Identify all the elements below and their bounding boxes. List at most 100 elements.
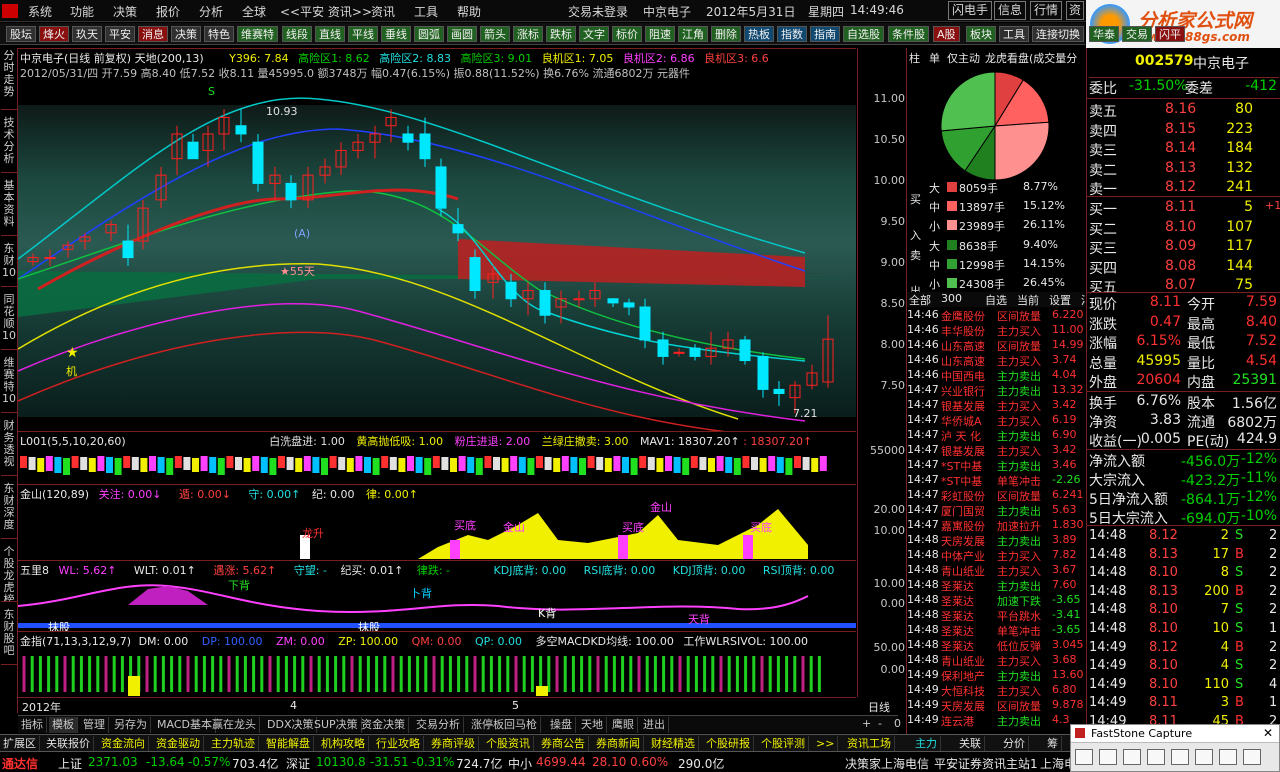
mid-bottom-tab-0[interactable]: 主力 xyxy=(912,736,941,752)
app-logo-icon[interactable] xyxy=(2,4,18,18)
list-tab-2[interactable]: 自选 xyxy=(985,292,1007,307)
info-tab-2[interactable]: 资金流向 xyxy=(98,736,149,752)
alert-row[interactable]: 14:47 兴业银行 主力卖出 13.32 xyxy=(907,383,1085,398)
mid-bottom-tab-1[interactable]: 关联 xyxy=(956,736,985,752)
info-tab-14[interactable]: 个股评测 xyxy=(758,736,809,752)
indicator-tab-3[interactable]: 另存为 xyxy=(111,717,151,733)
menu-pingan-news[interactable]: <<平安 资讯>> xyxy=(280,3,372,20)
toolbar-btn-20[interactable]: 江角 xyxy=(678,26,708,42)
zx-label[interactable]: 中小 xyxy=(508,755,532,772)
toolbar-btn-16[interactable]: 跌标 xyxy=(546,26,576,42)
toolbar-btn-17[interactable]: 文字 xyxy=(579,26,609,42)
menu-function[interactable]: 功能 xyxy=(70,3,94,20)
toolbar-btn-7[interactable]: 维赛特 xyxy=(237,26,278,42)
tab-single[interactable]: 单 xyxy=(929,50,940,65)
alert-row[interactable]: 14:48 圣莱达 主力卖出 7.60 xyxy=(907,578,1085,593)
alert-row[interactable]: 14:49 保利地产 主力卖出 13.60 xyxy=(907,668,1085,683)
toolbar-btn-13[interactable]: 画圆 xyxy=(447,26,477,42)
faststone-tool-icon-5[interactable] xyxy=(1195,749,1213,765)
alert-row[interactable]: 14:48 圣莱达 加速下跌 -3.65 xyxy=(907,593,1085,608)
info-tab-9[interactable]: 个股资讯 xyxy=(483,736,534,752)
left-tab-9[interactable]: 东财股吧 xyxy=(1,607,17,665)
toolbar-btn-29[interactable]: 工具 xyxy=(999,26,1029,42)
list-tab-5[interactable]: 浮出 xyxy=(1081,292,1085,307)
toolbar-btn-24[interactable]: 指南 xyxy=(810,26,840,42)
alert-row[interactable]: 14:47 厦门国贸 主力卖出 5.63 xyxy=(907,503,1085,518)
indicator-tab-2[interactable]: 管理 xyxy=(80,717,109,733)
alert-row[interactable]: 14:47 *ST中基 单笔冲击 -2.26 xyxy=(907,473,1085,488)
left-tab-1[interactable]: 技术分析 xyxy=(1,115,17,173)
toolbar-btn-0[interactable]: 股坛 xyxy=(6,26,36,42)
alert-row[interactable]: 14:48 天房发展 主力卖出 3.89 xyxy=(907,533,1085,548)
news-ticker[interactable]: 决策家上海电信 xyxy=(845,755,929,772)
info-button[interactable]: 信息 xyxy=(994,1,1027,20)
info-tab-3[interactable]: 资金驱动 xyxy=(153,736,204,752)
list-tab-3[interactable]: 当前 xyxy=(1017,292,1039,307)
indicator-jinzhi-pane[interactable]: 金指(71,13,3,12,9,7) DM: 0.00 DP: 100.00 Z… xyxy=(18,631,856,697)
left-tab-5[interactable]: 维赛特10 xyxy=(1,355,17,413)
menu-analysis[interactable]: 分析 xyxy=(199,3,223,20)
mid-bottom-tab-3[interactable]: 筹 xyxy=(1044,736,1062,752)
menu-news[interactable]: 资讯 xyxy=(371,3,395,20)
toolbar-btn-30[interactable]: 连接切换 xyxy=(1032,26,1084,42)
indicator-tab-4[interactable]: MACD基本 xyxy=(154,717,216,733)
menu-help[interactable]: 帮助 xyxy=(457,3,481,20)
left-tab-6[interactable]: 财务透视 xyxy=(1,418,17,476)
left-tab-2[interactable]: 基本资料 xyxy=(1,178,17,236)
indicator-tab-6[interactable]: DDX决策 xyxy=(264,717,318,733)
alert-row[interactable]: 14:46 山东高速 主力买入 3.74 xyxy=(907,353,1085,368)
toolbar-btn-14[interactable]: 箭头 xyxy=(480,26,510,42)
alert-row[interactable]: 14:46 山东高速 区间放量 14.99 xyxy=(907,338,1085,353)
faststone-tool-icon-7[interactable] xyxy=(1243,749,1261,765)
info-tab-15[interactable]: >> xyxy=(813,736,839,752)
left-tab-7[interactable]: 东财深度 xyxy=(1,481,17,539)
info-tab-10[interactable]: 券商公告 xyxy=(538,736,589,752)
info-tab-7[interactable]: 行业攻略 xyxy=(373,736,424,752)
menu-global[interactable]: 全球 xyxy=(242,3,266,20)
toolbar-btn-8[interactable]: 线段 xyxy=(282,26,312,42)
faststone-tool-icon-6[interactable] xyxy=(1219,749,1237,765)
toolbar-btn-18[interactable]: 标价 xyxy=(612,26,642,42)
zoom-reset-button[interactable]: 0 xyxy=(894,717,901,730)
toolbar-btn-6[interactable]: 特色 xyxy=(204,26,234,42)
indicator-tab-5[interactable]: 赢在龙头 xyxy=(209,717,260,733)
toolbar-btn-11[interactable]: 垂线 xyxy=(381,26,411,42)
alert-row[interactable]: 14:47 华侨城A 主力买入 6.19 xyxy=(907,413,1085,428)
toolbar-btn-2[interactable]: 玖天 xyxy=(72,26,102,42)
info-tab-1[interactable]: 关联报价 xyxy=(43,736,94,752)
alert-row[interactable]: 14:49 连云港 主力卖出 4.3 xyxy=(907,713,1085,728)
list-tab-4[interactable]: 设置 xyxy=(1049,292,1071,307)
indicator-tab-10[interactable]: 涨停板回马枪 xyxy=(468,717,541,733)
indicator-tab-7[interactable]: SUP决策 xyxy=(311,717,362,733)
period-label[interactable]: 日线 xyxy=(868,699,890,715)
alert-row[interactable]: 14:49 天房发展 区间放量 9.878 xyxy=(907,698,1085,713)
indicator-jinshan-pane[interactable]: 金山(120,89) 关注: 0.00↓ 遁: 0.00↓ 守: 0.00↑ 纪… xyxy=(18,484,856,560)
faststone-window[interactable]: FastStone Capture ✕ xyxy=(1070,724,1280,772)
toolbar-btn-1[interactable]: 烽火 xyxy=(39,26,69,42)
faststone-close-icon[interactable]: ✕ xyxy=(1263,726,1273,740)
toolbar-btn-33[interactable]: 闪平 xyxy=(1155,26,1185,42)
sh-label[interactable]: 上证 xyxy=(58,755,82,772)
indicator-l001-pane[interactable]: L001(5,5,10,20,60) 白洗盘进: 1.00 黄高抛低吸: 1.0… xyxy=(18,431,856,484)
tab-bar-chart[interactable]: 柱 xyxy=(909,50,920,65)
flash-trade-button[interactable]: 闪电手 xyxy=(948,1,993,20)
toolbar-btn-10[interactable]: 平线 xyxy=(348,26,378,42)
menu-tools[interactable]: 工具 xyxy=(414,3,438,20)
indicator-tab-11[interactable]: 操盘 xyxy=(547,717,576,733)
alert-row[interactable]: 14:48 中体产业 主力买入 7.82 xyxy=(907,548,1085,563)
alert-row[interactable]: 14:47 嘉寓股份 加速拉升 1.830 xyxy=(907,518,1085,533)
quote-button[interactable]: 行情 xyxy=(1030,1,1063,20)
toolbar-btn-3[interactable]: 平安 xyxy=(105,26,135,42)
info-tab-16[interactable]: 资讯工场 xyxy=(844,736,895,752)
faststone-tool-icon-3[interactable] xyxy=(1147,749,1165,765)
alert-row[interactable]: 14:47 银基发展 主力买入 3.42 xyxy=(907,398,1085,413)
alert-row[interactable]: 14:46 丰华股份 主力买入 11.00 xyxy=(907,323,1085,338)
toolbar-btn-31[interactable]: 华泰 xyxy=(1089,26,1119,42)
indicator-tab-9[interactable]: 交易分析 xyxy=(413,717,464,733)
menu-system[interactable]: 系统 xyxy=(28,3,52,20)
info-tab-11[interactable]: 券商新闻 xyxy=(593,736,644,752)
zoom-in-button[interactable]: + xyxy=(862,717,871,730)
sz-label[interactable]: 深证 xyxy=(286,755,310,772)
indicator-tab-13[interactable]: 鹰眼 xyxy=(609,717,638,733)
info-tab-12[interactable]: 财经精选 xyxy=(648,736,699,752)
